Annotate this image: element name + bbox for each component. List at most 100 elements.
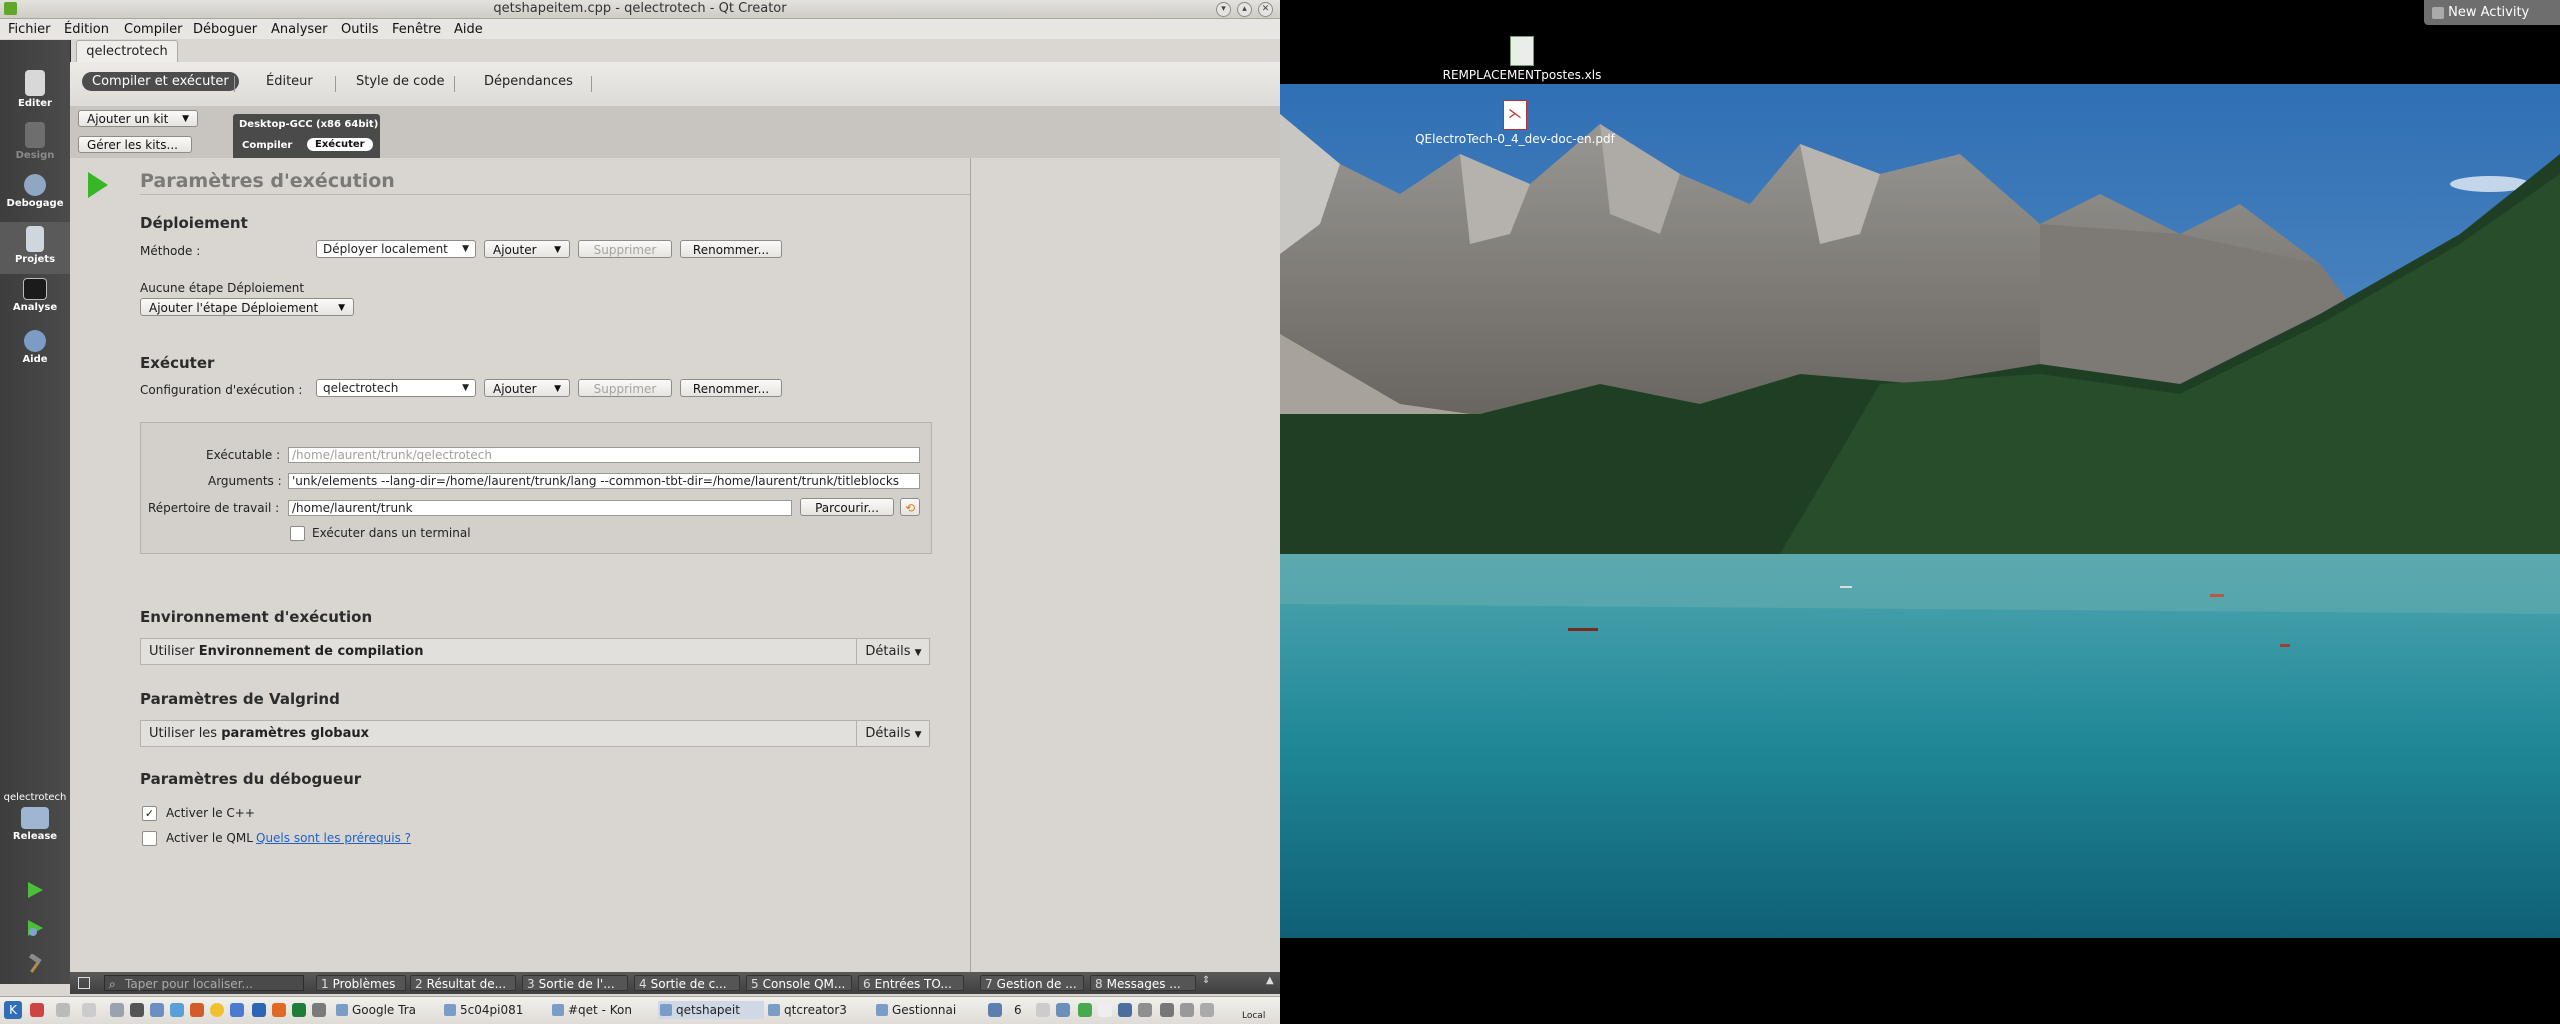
- kit-selector[interactable]: Desktop-GCC (x86 64bit) Compiler Exécute…: [233, 114, 380, 158]
- arguments-field[interactable]: 'unk/elements --lang-dir=/home/laurent/t…: [288, 473, 920, 489]
- run-button[interactable]: [0, 880, 70, 903]
- tab-code-style[interactable]: Style de code: [356, 74, 445, 89]
- deploy-method-select[interactable]: Déployer localement ▼: [316, 240, 476, 258]
- desktop-file-pdf[interactable]: ⋋ QElectroTech-0_4_dev-doc-en.pdf: [1410, 100, 1620, 146]
- new-activity-button[interactable]: New Activity: [2424, 0, 2560, 25]
- mode-design[interactable]: Design: [0, 122, 70, 161]
- updates-icon[interactable]: [1118, 1003, 1132, 1017]
- deploy-rename-button[interactable]: Renommer...: [680, 240, 782, 258]
- pane-qml-console[interactable]: 5 Console QM...: [746, 975, 852, 991]
- power-icon[interactable]: [1200, 1003, 1214, 1017]
- vlc-icon[interactable]: [230, 1003, 244, 1017]
- menu-edition[interactable]: Édition: [64, 22, 109, 37]
- mode-analyze[interactable]: Analyse: [0, 278, 70, 313]
- pane-problems[interactable]: 1 Problèmes: [316, 975, 406, 991]
- build-button[interactable]: [0, 953, 70, 977]
- konsole-icon[interactable]: [130, 1003, 144, 1017]
- tab-qelectrotech[interactable]: qelectrotech: [76, 40, 178, 63]
- tab-editor[interactable]: Éditeur: [266, 74, 313, 89]
- pane-messages[interactable]: 8 Messages ...: [1090, 975, 1196, 991]
- menu-compiler[interactable]: Compiler: [124, 22, 183, 37]
- cpp-checkbox[interactable]: ✓: [142, 806, 157, 821]
- mode-help[interactable]: Aide: [0, 330, 70, 365]
- music-icon[interactable]: [272, 1003, 286, 1017]
- run-config-select[interactable]: qelectrotech ▼: [316, 379, 476, 397]
- volume-icon[interactable]: [1160, 1003, 1174, 1017]
- debug-run-button[interactable]: [0, 918, 70, 941]
- notes-icon[interactable]: [1056, 1003, 1070, 1017]
- browse-button[interactable]: Parcourir...: [800, 498, 894, 516]
- pane-search-results[interactable]: 2 Résultat de...: [410, 975, 516, 991]
- firefox-icon[interactable]: [210, 1003, 224, 1017]
- run-rename-button[interactable]: Renommer...: [680, 379, 782, 397]
- tab-dependencies[interactable]: Dépendances: [484, 74, 573, 89]
- menu-fenetre[interactable]: Fenêtre: [392, 22, 441, 37]
- kit-run-tab[interactable]: Exécuter: [307, 138, 373, 151]
- executable-field[interactable]: /home/laurent/trunk/qelectrotech: [288, 447, 920, 463]
- file-manager-icon[interactable]: [312, 1003, 326, 1017]
- more-panes-icon[interactable]: ⇕: [1202, 975, 1210, 986]
- add-kit-button[interactable]: Ajouter un kit ▼: [78, 110, 198, 127]
- menu-analyser[interactable]: Analyser: [271, 22, 328, 37]
- valgrind-details-button[interactable]: Détails ▼: [856, 721, 930, 746]
- prereq-link[interactable]: Quels sont les prérequis ?: [256, 831, 411, 845]
- qml-checkbox[interactable]: [142, 831, 157, 846]
- gear-icon[interactable]: [190, 1003, 204, 1017]
- kit-build-tab[interactable]: Compiler: [239, 139, 295, 152]
- kde-menu-icon[interactable]: K: [4, 1001, 22, 1019]
- pager-icon[interactable]: [56, 1003, 70, 1017]
- task-image[interactable]: 5c04pi081: [442, 1001, 548, 1019]
- browser-icon[interactable]: [252, 1003, 266, 1017]
- system-tray-icon[interactable]: [988, 1003, 1002, 1017]
- deploy-add-button[interactable]: Ajouter ▼: [484, 240, 570, 258]
- battery-icon[interactable]: [1078, 1003, 1092, 1017]
- menu-aide[interactable]: Aide: [454, 22, 483, 37]
- close-icon[interactable]: ✕: [1258, 2, 1273, 17]
- terminal-checkbox[interactable]: [290, 526, 305, 541]
- activities-icon[interactable]: [30, 1003, 44, 1017]
- mode-projects[interactable]: Projets: [0, 222, 70, 274]
- toggle-sidebar-icon[interactable]: [78, 977, 90, 989]
- task-qtcreator3[interactable]: qtcreator3: [766, 1001, 872, 1019]
- run-add-button[interactable]: Ajouter ▼: [484, 379, 570, 397]
- wifi-icon[interactable]: [1138, 1003, 1152, 1017]
- tab-build-run[interactable]: Compiler et exécuter: [82, 72, 239, 91]
- task-qtcreator[interactable]: qetshapeit: [658, 1001, 764, 1019]
- app-launcher-icon[interactable]: [170, 1003, 184, 1017]
- deploy-remove-button[interactable]: Supprimer: [578, 240, 672, 258]
- pane-version-control[interactable]: 7 Gestion de ...: [980, 975, 1084, 991]
- maximize-pane-icon[interactable]: ▲: [1266, 975, 1274, 986]
- pane-todo[interactable]: 6 Entrées TO...: [858, 975, 964, 991]
- workdir-field[interactable]: /home/laurent/trunk: [288, 500, 792, 516]
- menu-fichier[interactable]: Fichier: [8, 22, 51, 37]
- clock[interactable]: Local: [1242, 1011, 1265, 1021]
- add-deploy-step-button[interactable]: Ajouter l'étape Déploiement ▼: [140, 298, 354, 316]
- desktop-file-xls[interactable]: REMPLACEMENTpostes.xls: [1440, 36, 1604, 82]
- target-selector[interactable]: qelectrotech Release: [0, 792, 70, 842]
- locator-input[interactable]: ⌕ Taper pour localiser...: [104, 975, 304, 991]
- pane-compile-output[interactable]: 4 Sortie de c...: [634, 975, 740, 991]
- manage-kits-button[interactable]: Gérer les kits...: [78, 136, 192, 153]
- menu-deboguer[interactable]: Déboguer: [193, 22, 257, 37]
- pager-desktop-icon[interactable]: [82, 1003, 96, 1017]
- maximize-icon[interactable]: ▴: [1237, 2, 1252, 17]
- env-details-button[interactable]: Détails ▼: [856, 639, 930, 664]
- network-icon[interactable]: [1098, 1003, 1112, 1017]
- messenger-icon[interactable]: [150, 1003, 164, 1017]
- bluetooth-icon[interactable]: [1180, 1003, 1194, 1017]
- minimize-icon[interactable]: ▾: [1216, 2, 1231, 17]
- task-konversation[interactable]: #qet - Kon: [550, 1001, 656, 1019]
- title-bar[interactable]: qetshapeitem.cpp - qelectrotech - Qt Cre…: [0, 0, 1280, 19]
- pane-app-output[interactable]: 3 Sortie de l'...: [522, 975, 628, 991]
- menu-outils[interactable]: Outils: [341, 22, 379, 37]
- run-remove-button[interactable]: Supprimer: [578, 379, 672, 397]
- desktop-number[interactable]: 6: [1014, 1003, 1022, 1017]
- launcher-icon[interactable]: [110, 1003, 124, 1017]
- mode-edit[interactable]: Editer: [0, 70, 70, 109]
- task-file-manager[interactable]: Gestionnai: [874, 1001, 980, 1019]
- clipboard-icon[interactable]: [1036, 1003, 1050, 1017]
- reset-workdir-icon[interactable]: ⟲: [900, 498, 920, 516]
- task-google-translate[interactable]: Google Tra: [334, 1001, 440, 1019]
- spreadsheet-icon[interactable]: [292, 1003, 306, 1017]
- mode-debug[interactable]: Debogage: [0, 174, 70, 209]
